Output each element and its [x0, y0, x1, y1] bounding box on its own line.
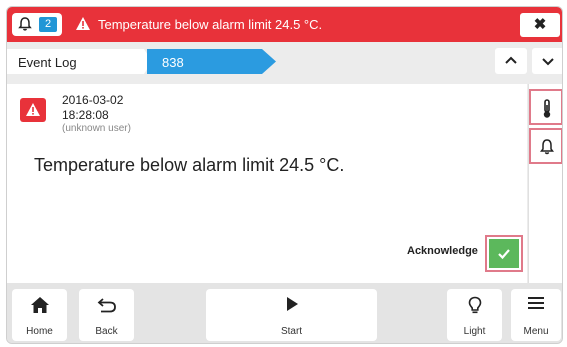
start-label: Start: [280, 326, 303, 337]
play-icon: [286, 297, 298, 311]
home-icon: [30, 297, 49, 313]
close-button[interactable]: ✖: [520, 13, 560, 37]
alarm-message: Temperature below alarm limit 24.5 °C.: [98, 17, 323, 32]
bottom-navigation: Home Back Start Light Menu: [7, 283, 562, 343]
back-label: Back: [95, 326, 118, 337]
event-detail-panel: 2016-03-02 18:28:08 (unknown user) Tempe…: [7, 84, 527, 283]
thermometer-icon: [543, 99, 551, 118]
breadcrumb-arrow: [262, 49, 276, 74]
breadcrumb-current[interactable]: 838: [147, 49, 276, 74]
scroll-down-button[interactable]: [532, 48, 562, 74]
breadcrumb-label: 838: [162, 55, 184, 70]
side-panel: [528, 84, 562, 283]
checkmark-icon: [498, 249, 510, 260]
screen-frame: 2 Temperature below alarm limit 24.5 °C.…: [6, 6, 563, 344]
menu-button[interactable]: Menu: [511, 289, 561, 341]
breadcrumb: Event Log 838: [7, 42, 562, 80]
light-button[interactable]: Light: [447, 289, 502, 341]
alarm-counter-button[interactable]: 2: [12, 13, 62, 36]
acknowledge-button[interactable]: [485, 235, 523, 272]
breadcrumb-label: Event Log: [18, 55, 77, 70]
temperature-button[interactable]: [529, 89, 562, 125]
bell-icon: [540, 139, 554, 155]
close-icon: ✖: [533, 16, 547, 33]
home-button[interactable]: Home: [12, 289, 67, 341]
menu-icon: [528, 297, 544, 309]
event-message: Temperature below alarm limit 24.5 °C.: [34, 155, 345, 175]
acknowledge-button-fill: [489, 239, 519, 268]
event-warning-badge: [20, 98, 46, 122]
back-arrow-icon: [97, 298, 116, 313]
back-button[interactable]: Back: [79, 289, 134, 341]
warning-icon: [76, 17, 90, 30]
scroll-up-button[interactable]: [495, 48, 527, 74]
home-label: Home: [26, 326, 53, 337]
breadcrumb-event-log[interactable]: Event Log: [7, 49, 152, 74]
start-button[interactable]: Start: [206, 289, 377, 341]
chevron-down-icon: [542, 58, 554, 66]
menu-label: Menu: [523, 326, 549, 337]
event-date: 2016-03-02: [62, 93, 124, 107]
light-label: Light: [463, 326, 486, 337]
lightbulb-icon: [468, 296, 481, 314]
event-user: (unknown user): [62, 123, 131, 134]
acknowledge-label: Acknowledge: [407, 245, 478, 257]
chevron-up-icon: [505, 56, 517, 64]
warning-icon: [26, 103, 40, 116]
alarm-bar: 2 Temperature below alarm limit 24.5 °C.…: [7, 7, 562, 42]
alarm-settings-button[interactable]: [529, 128, 562, 164]
alarm-count-badge: 2: [39, 17, 57, 32]
bell-icon: [18, 17, 32, 31]
event-time: 18:28:08: [62, 108, 109, 122]
